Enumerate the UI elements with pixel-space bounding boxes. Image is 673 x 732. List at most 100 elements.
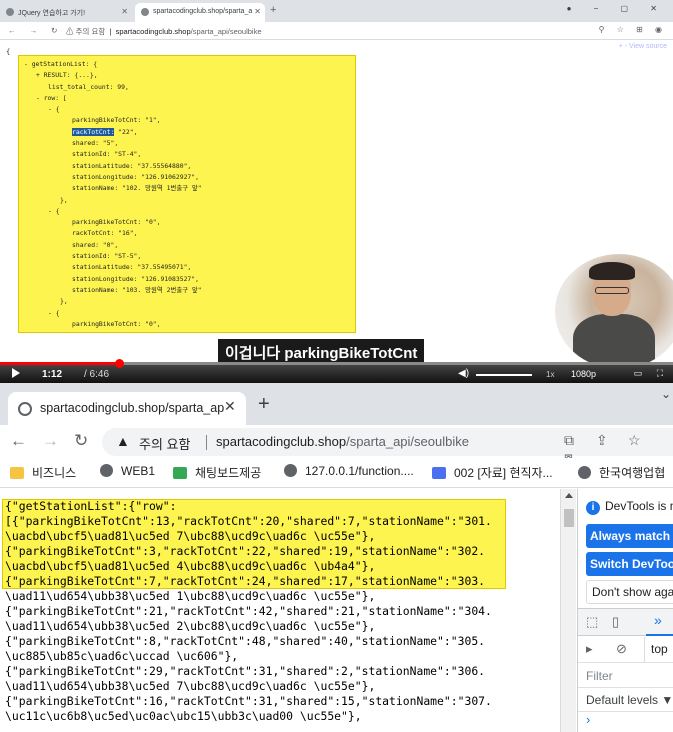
switch-devtools-button[interactable]: Switch DevTool [586, 552, 673, 576]
json-viewer-line: stationLatitude: "37.55564880", [72, 161, 192, 170]
json-viewer-line: shared: "0", [72, 240, 119, 249]
devtools-tabs: ⬚ ▯ » [578, 608, 673, 636]
new-tab-button[interactable]: + [258, 393, 270, 416]
json-viewer-line: stationLongitude: "126.91083527", [72, 274, 199, 283]
webcam-presenter-hair [589, 262, 635, 280]
devtools-info: i DevTools is n [586, 499, 673, 515]
bookmark-travel[interactable]: 한국여행업협 [578, 464, 665, 481]
devtools-panel: i DevTools is n Always match C Switch Dev… [577, 489, 673, 732]
console-prompt-icon[interactable]: › [586, 712, 590, 727]
raw-json-line: \uad11\ud654\ubb38\uc5ed 7\ubc88\ucd9c\u… [5, 679, 376, 693]
tab-close-icon[interactable]: ✕ [224, 398, 236, 415]
json-viewer-line: + RESULT: {...}, [36, 71, 98, 80]
video-duration: / 6:46 [84, 369, 110, 380]
video-tab-jquery: JQuery 연습하고 가기! ✕ [0, 3, 132, 22]
dont-show-again-button[interactable]: Don't show aga [586, 580, 673, 604]
translate-icon[interactable]: ⧉ [564, 432, 596, 449]
log-levels-dropdown[interactable]: Default levels ▼ [578, 688, 673, 712]
raw-json-line: \uad11\ud654\ubb38\uc5ed 1\ubc88\ucd9c\u… [5, 589, 376, 603]
bookmark-chatboard[interactable]: 채팅보드제공 [173, 464, 261, 481]
video-progress-scrubber[interactable] [115, 359, 125, 368]
forward-arrow-icon[interactable]: → [42, 431, 59, 451]
raw-json-line: {"parkingBikeTotCnt":21,"rackTotCnt":42,… [5, 604, 492, 618]
security-warning-label[interactable]: 주의 요함 [139, 434, 190, 453]
context-selector[interactable]: top [644, 637, 673, 662]
json-viewer-line: }, [60, 297, 68, 306]
video-quality[interactable]: 1080p [571, 369, 596, 379]
bookmark-label: 127.0.0.1/function.... [305, 464, 414, 478]
bookmarks-bar: 비즈니스 WEB1 채팅보드제공 127.0.0.1/function.... … [0, 458, 673, 488]
video-url-warning: ⚠ 주의 요함 [66, 27, 106, 36]
bookmark-docs[interactable]: 002 [자료] 현직자... [432, 464, 553, 481]
clear-console-icon[interactable]: ⊘ [616, 641, 627, 657]
video-json-viewer: - getStationList: {+ RESULT: {...}, list_… [19, 56, 355, 332]
globe-icon [18, 402, 32, 416]
tab-sparta[interactable]: spartacodingclub.shop/sparta_ap ✕ [8, 392, 246, 425]
back-arrow-icon[interactable]: ← [10, 431, 27, 451]
video-tab-title: JQuery 연습하고 가기! [18, 10, 86, 17]
video-address-bar: ← → ↻ ⚠ 주의 요함 | spartacodingclub.shop/sp… [0, 22, 673, 40]
raw-json-line: {"getStationList":{"row": [5, 499, 177, 513]
tab-title: spartacodingclub.shop/sparta_ap [40, 401, 225, 415]
volume-slider[interactable] [476, 374, 532, 376]
omnibox[interactable]: ▲ 주의 요함 spartacodingclub.shop/sparta_api… [102, 428, 673, 465]
always-match-button[interactable]: Always match C [586, 524, 673, 548]
console-filter-input[interactable]: Filter [578, 664, 673, 688]
bookmark-favicon-icon [173, 467, 187, 479]
tab-search-icon[interactable]: ⌄ [661, 387, 671, 401]
bookmark-localhost[interactable]: 127.0.0.1/function.... [284, 464, 414, 478]
raw-json-line: {"parkingBikeTotCnt":7,"rackTotCnt":24,"… [5, 574, 486, 588]
reload-icon[interactable]: ↻ [74, 431, 88, 451]
volume-icon[interactable]: ◀) [458, 368, 469, 379]
scrollbar-thumb[interactable] [564, 509, 574, 527]
video-control-icons[interactable]: ▭ ⛶ [634, 368, 669, 379]
json-viewer-line: stationId: "ST-4", [72, 150, 142, 159]
bookmark-star-icon[interactable]: ☆ [628, 432, 660, 449]
video-speed[interactable]: 1x [546, 370, 554, 379]
video-player[interactable]: JQuery 연습하고 가기! ✕ spartacodingclub.shop/… [0, 0, 673, 383]
video-browser-tabbar: JQuery 연습하고 가기! ✕ spartacodingclub.shop/… [0, 0, 673, 22]
json-viewer-line: - { [48, 206, 60, 215]
url-text[interactable]: spartacodingclub.shop/sparta_api/seoulbi… [216, 434, 469, 449]
raw-json-text: {"getStationList":{"row": [{"parkingBikeT… [5, 499, 555, 724]
info-icon: i [586, 501, 600, 515]
json-viewer-line: stationName: "102. 망원역 1번출구 앞" [72, 184, 202, 193]
video-window-controls: ● − ▢ ✕ [566, 4, 667, 13]
json-viewer-line: parkingBikeTotCnt: "0", [72, 218, 161, 227]
json-viewer-line: rackTotCnt: "22", [72, 127, 138, 136]
bookmark-business[interactable]: 비즈니스 [10, 464, 76, 481]
raw-json-line: \uacbd\ubcf5\uad81\uc5ed 7\ubc88\ucd9c\u… [5, 529, 376, 543]
json-viewer-line: shared: "5", [72, 139, 119, 148]
url-path: /sparta_api/seoulbike [346, 434, 469, 449]
play-icon[interactable] [12, 368, 20, 378]
device-toolbar-icon[interactable]: ▯ [612, 614, 619, 630]
video-progress-bar[interactable] [0, 359, 673, 368]
webcam-overlay [555, 254, 673, 369]
sidebar-toggle-icon[interactable]: ▸ [586, 641, 593, 657]
devtools-info-text: DevTools is n [605, 499, 673, 513]
json-viewer-line: - row: [ [36, 93, 67, 102]
bookmark-label: 한국여행업협 [599, 466, 666, 480]
tab-favicon-icon [141, 8, 149, 16]
video-nav-icons: ← → ↻ [8, 26, 64, 35]
warning-icon[interactable]: ▲ [116, 433, 130, 449]
video-url: ⚠ 주의 요함 | spartacodingclub.shop/sparta_a… [66, 27, 262, 36]
bookmark-label: WEB1 [121, 464, 156, 478]
raw-json-line: {"parkingBikeTotCnt":3,"rackTotCnt":22,"… [5, 544, 486, 558]
video-json-open-brace: { [6, 48, 11, 56]
json-viewer-line: stationLatitude: "37.55495071", [72, 263, 192, 272]
bookmark-label: 비즈니스 [32, 466, 77, 480]
inspect-element-icon[interactable]: ⬚ [586, 614, 598, 630]
share-icon[interactable]: ⇪ [596, 432, 628, 449]
tab-favicon-icon [6, 8, 14, 16]
page-scrollbar[interactable] [560, 489, 576, 732]
bookmark-label: 채팅보드제공 [195, 466, 262, 480]
bookmark-label: 002 [자료] 현직자... [454, 466, 553, 480]
json-viewer-line: list_total_count: 99, [48, 82, 129, 91]
bookmark-web1[interactable]: WEB1 [100, 464, 155, 478]
more-tabs-icon[interactable]: » [646, 609, 673, 636]
scroll-up-arrow-icon[interactable] [565, 493, 573, 498]
folder-icon [10, 467, 24, 479]
json-viewer-line: - { [48, 105, 60, 114]
console-toolbar: ▸ ⊘ top [578, 637, 673, 663]
